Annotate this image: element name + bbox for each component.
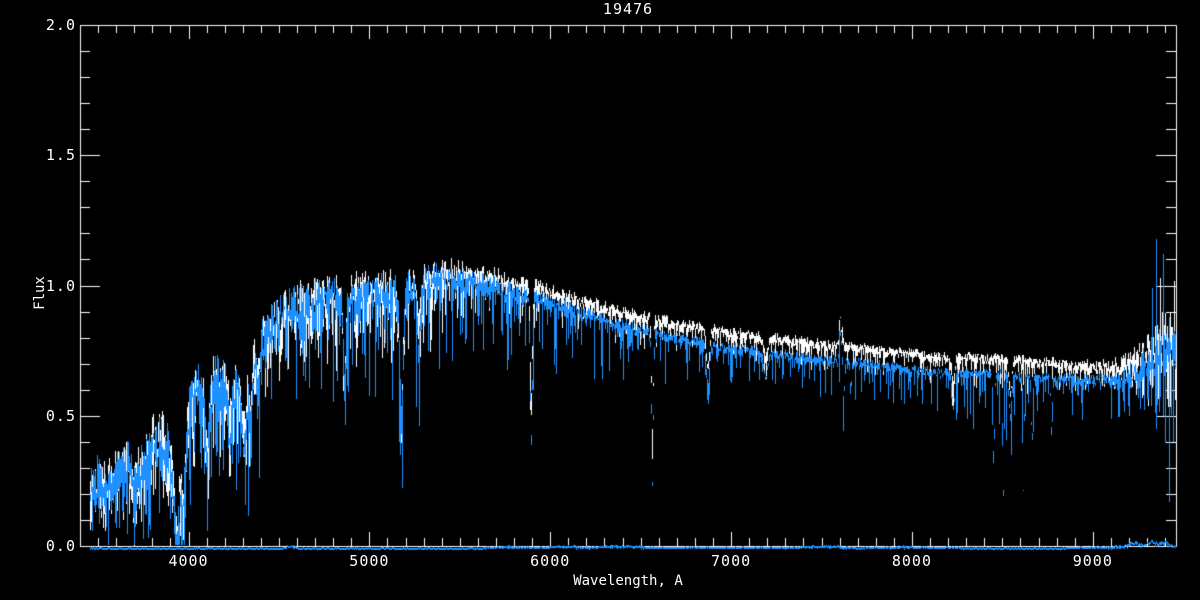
spectrum-plot-canvas	[0, 0, 1200, 600]
x-tick-label: 5000	[329, 552, 409, 570]
x-tick-label: 6000	[510, 552, 590, 570]
y-tick-label: 1.0	[14, 277, 76, 295]
spectrum-figure: 19476 Wavelength, A Flux 400050006000700…	[0, 0, 1200, 600]
y-tick-label: 0.0	[14, 537, 76, 555]
y-tick-label: 1.5	[14, 146, 76, 164]
x-tick-label: 8000	[872, 552, 952, 570]
y-tick-label: 2.0	[14, 16, 76, 34]
y-tick-label: 0.5	[14, 407, 76, 425]
x-tick-label: 4000	[149, 552, 229, 570]
x-tick-label: 9000	[1053, 552, 1133, 570]
plot-title: 19476	[528, 0, 728, 18]
x-tick-label: 7000	[691, 552, 771, 570]
x-axis-label: Wavelength, A	[528, 573, 728, 589]
